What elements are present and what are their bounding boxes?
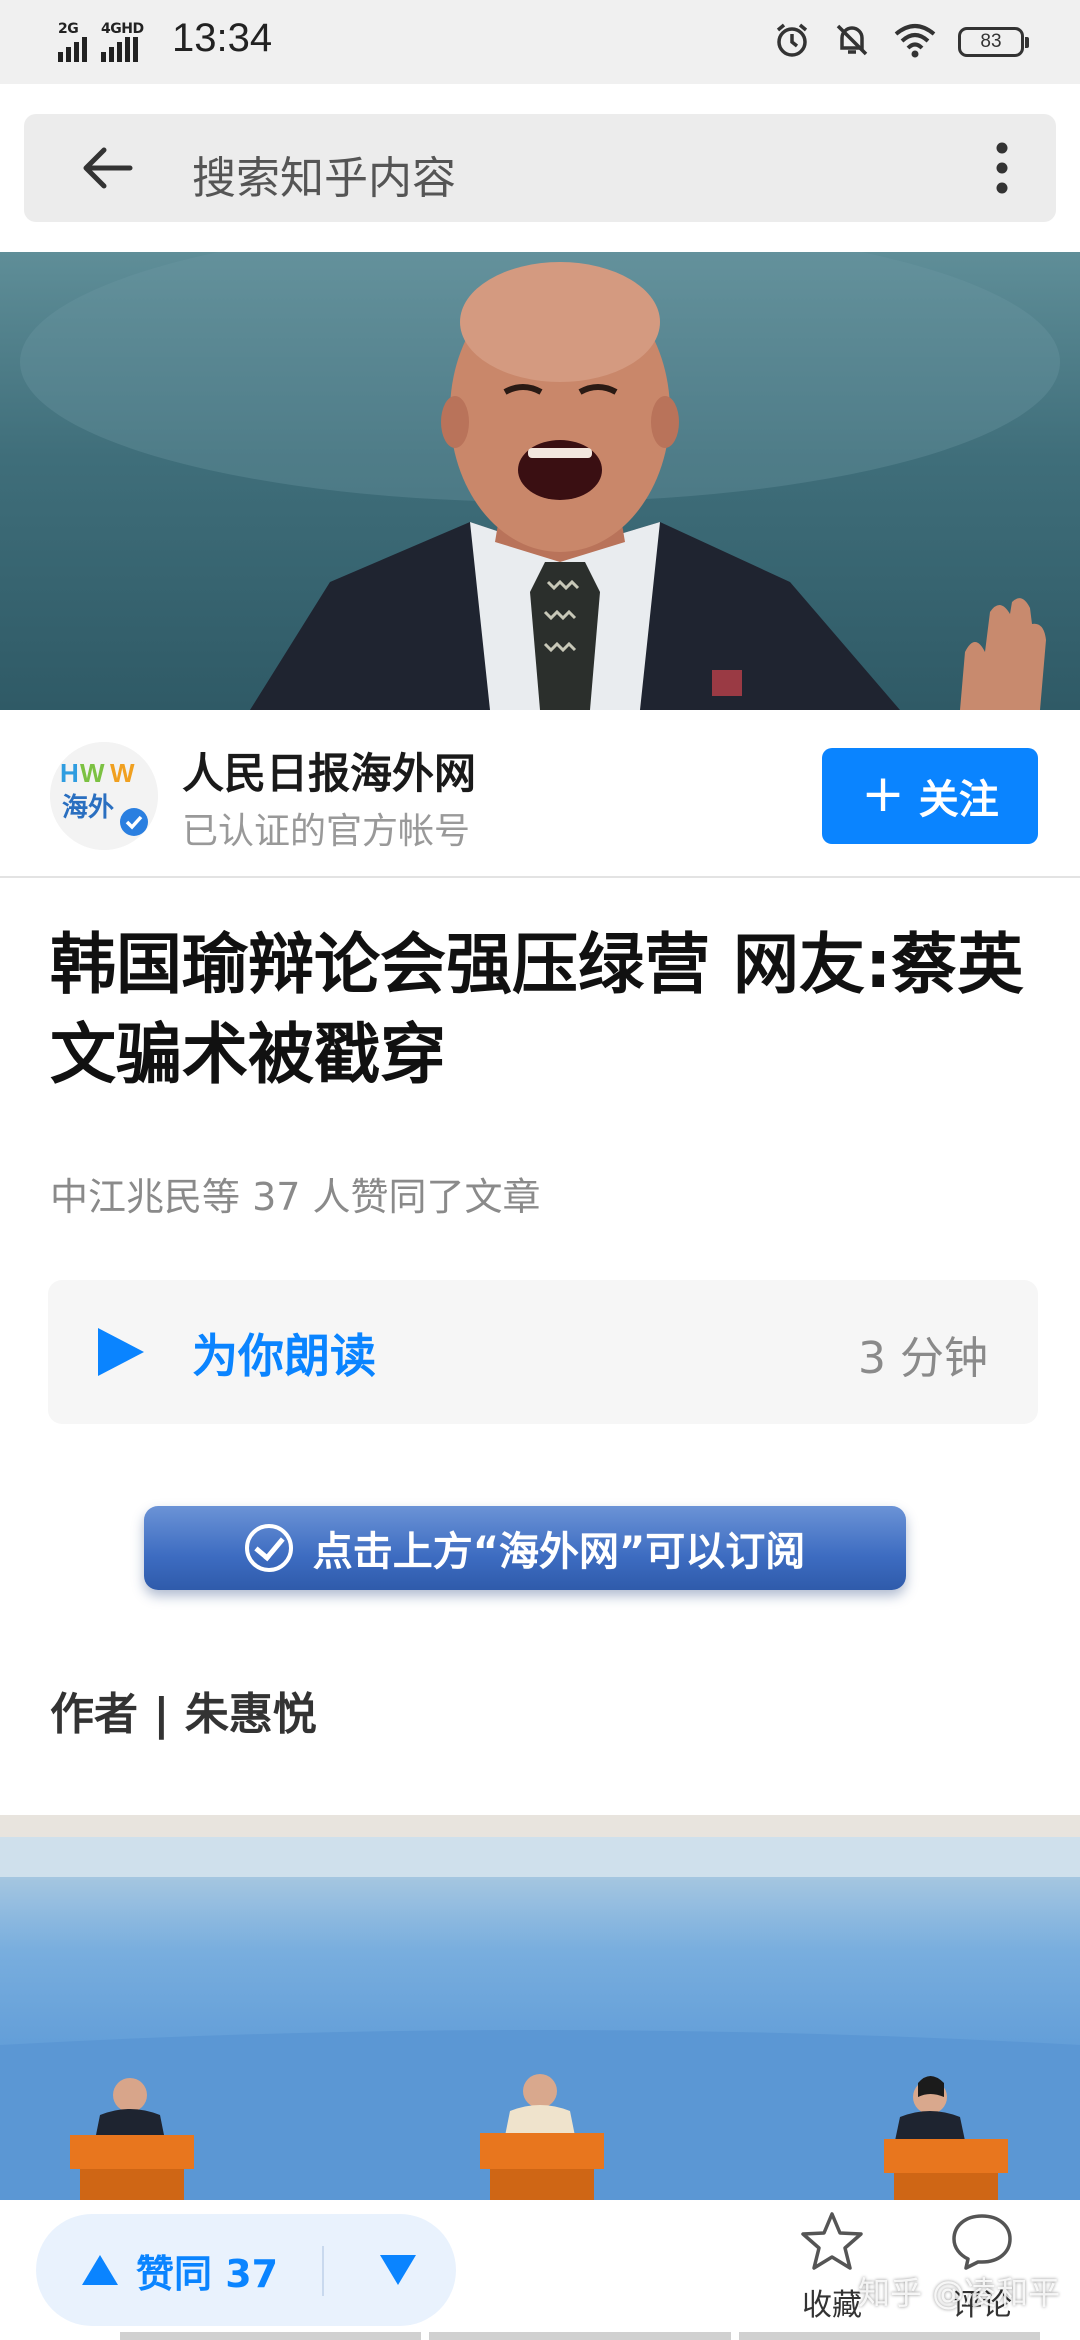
triangle-up-icon [82,2255,118,2285]
network-label-2g: 2G [58,21,79,37]
debate-photo-illustration [0,1815,1080,2200]
play-icon [98,1328,144,1376]
article-byline: 作者 | 朱惠悦 [50,1689,317,1740]
triangle-down-icon [380,2255,416,2285]
network-indicators: 2G 4GHD [58,18,144,62]
subscribe-banner: 点击上方“海外网”可以订阅 [144,1506,906,1590]
author-verified-label: 已认证的官方帐号 [182,811,471,852]
svg-text:W: W [80,758,105,788]
svg-text:W: W [110,758,135,788]
downvote-button[interactable] [368,2240,428,2300]
network-label-4g: 4GHD [101,21,144,37]
hero-photo-illustration [20,252,1060,710]
read-aloud-label: 为你朗读 [192,1329,376,1383]
battery-level: 83 [980,31,1002,52]
more-vertical-icon [996,142,1008,194]
avatar-text: 海外 [62,793,114,823]
status-bar: 2G 4GHD 13:34 83 [0,0,1080,84]
author-avatar[interactable]: H W W 海外 [50,742,158,850]
haiwai-logo-icon: H W W 海外 [50,742,158,850]
author-row: H W W 海外 人民日报海外网 已认证的官方帐号 + 关注 [0,710,1080,878]
upvote-button[interactable]: 赞同 37 [82,2240,278,2300]
search-bar[interactable]: 搜索知乎内容 [24,114,1056,222]
check-circle-icon [244,1524,293,1572]
back-button[interactable] [78,138,138,198]
follow-button[interactable]: + 关注 [822,748,1038,844]
status-icons: 83 [772,20,1029,64]
author-name[interactable]: 人民日报海外网 [182,740,476,801]
likers-summary[interactable]: 中江兆民等 37 人赞同了文章 [50,1166,541,1221]
alarm-icon [772,20,812,64]
star-icon [801,2212,863,2270]
vote-pill: 赞同 37 [36,2214,456,2326]
plus-icon: + [861,764,905,824]
clock: 13:34 [172,16,273,60]
debate-photo[interactable] [0,1815,1080,2200]
article-title: 韩国瑜辩论会强压绿营 网友:蔡英文骗术被戳穿 [50,926,1024,1093]
watermark: 知乎 @凌和平 [858,2274,1061,2312]
signal-4g-icon: 4GHD [101,21,144,62]
read-duration: 3 分钟 [858,1333,988,1384]
mute-bell-icon [832,20,872,64]
vote-divider [322,2246,324,2296]
hero-photo[interactable] [0,252,1080,710]
wifi-icon [892,20,938,64]
battery-icon: 83 [958,27,1029,57]
more-menu-button[interactable] [982,138,1022,198]
bottom-scroll-indicator [120,2332,1040,2340]
subscribe-banner-text: 点击上方“海外网”可以订阅 [312,1529,806,1575]
search-input[interactable]: 搜索知乎内容 [192,142,456,206]
read-aloud-button[interactable]: 为你朗读 3 分钟 [48,1280,1038,1424]
follow-label: 关注 [918,777,999,823]
svg-text:H: H [60,758,79,788]
arrow-left-icon [83,147,133,189]
speech-bubble-icon [952,2214,1012,2270]
upvote-label: 赞同 37 [136,2251,279,2296]
signal-2g-icon: 2G [58,21,87,62]
